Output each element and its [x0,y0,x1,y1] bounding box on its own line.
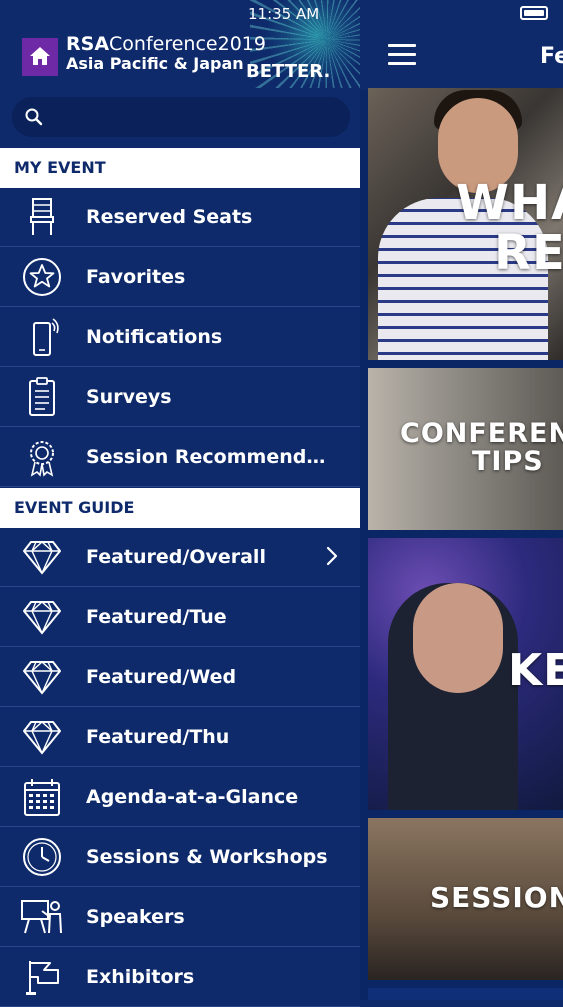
battery-icon [520,6,548,20]
menu-item-label: Favorites [86,266,186,288]
menu-item-label: Speakers [86,906,185,928]
menu-item-agenda-at-a-glance[interactable]: Agenda-at-a-Glance [0,768,360,827]
menu-item-label: Featured/Wed [86,666,237,688]
menu-item-label: Reserved Seats [86,206,253,228]
chevron-right-icon [326,546,338,566]
menu-item-label: Exhibitors [86,966,195,988]
section-header-my-event: MY EVENT [0,148,360,188]
home-icon[interactable] [22,38,58,76]
brand-region: Asia Pacific & Japan [66,54,244,73]
search-bar[interactable] [12,97,350,137]
menu-item-label: Featured/Thu [86,726,230,748]
diamond-icon [23,721,61,755]
menu-item-favorites[interactable]: Favorites [0,248,360,307]
menu-item-featured-overall[interactable]: Featured/Overall [0,528,360,587]
featured-tile-sessions[interactable]: SESSION [368,818,563,980]
menu-item-featured-tue[interactable]: Featured/Tue [0,588,360,647]
chair-icon [30,198,54,235]
calendar-icon [24,779,60,816]
menu-item-reserved-seats[interactable]: Reserved Seats [0,188,360,247]
featured-tile-conference-tips[interactable]: CONFEREN TIPS [368,368,563,530]
featured-tile-keynotes[interactable]: KE [368,538,563,810]
menu-item-label: Sessions & Workshops [86,846,328,868]
content-panel: Fe WHA RE CONFEREN TIPS KE SESSION [360,0,563,1000]
featured-tile-partial[interactable] [368,988,563,1000]
menu-item-session-recommendations[interactable]: Session Recommendat... [0,428,360,487]
menu-item-label: Featured/Overall [86,546,266,568]
menu-item-speakers[interactable]: Speakers [0,888,360,947]
menu-item-notifications[interactable]: Notifications [0,308,360,367]
tile-label: WHA RE [456,175,563,282]
menu-item-label: Featured/Tue [86,606,227,628]
status-time: 11:35 AM [248,5,320,23]
menu-item-label: Surveys [86,386,172,408]
featured-tile-what-to-expect[interactable]: WHA RE [368,88,563,360]
search-icon [25,108,43,126]
star-icon [23,258,61,296]
menu-item-label: Agenda-at-a-Glance [86,786,299,808]
speaker-icon [21,900,62,934]
section-header-event-guide: EVENT GUIDE [0,488,360,528]
flag-icon [26,961,59,995]
menu-item-surveys[interactable]: Surveys [0,368,360,427]
brand-name: RSAConference2019 [66,33,266,55]
tile-label: KE [508,645,563,696]
menu-item-exhibitors[interactable]: Exhibitors [0,948,360,1007]
tile-label: CONFEREN TIPS [400,418,563,478]
clipboard-icon [29,377,55,416]
menu-item-featured-thu[interactable]: Featured/Thu [0,708,360,767]
hamburger-menu-icon[interactable] [388,44,416,66]
navigation-drawer: RSAConference2019 Asia Pacific & Japan B… [0,0,360,1007]
menu-item-sessions-workshops[interactable]: Sessions & Workshops [0,828,360,887]
content-title: Fe [540,44,563,69]
menu-item-label: Session Recommendat... [86,446,338,468]
diamond-icon [23,541,61,575]
tile-label: SESSION [430,881,563,914]
clock-icon [23,838,61,876]
search-input[interactable] [54,105,338,131]
menu-item-label: Notifications [86,326,223,348]
menu-item-featured-wed[interactable]: Featured/Wed [0,648,360,707]
award-icon [30,441,54,477]
diamond-icon [23,661,61,695]
brand-tagline: BETTER. [246,61,331,82]
diamond-icon [23,601,61,635]
phone-notification-icon [33,318,59,356]
